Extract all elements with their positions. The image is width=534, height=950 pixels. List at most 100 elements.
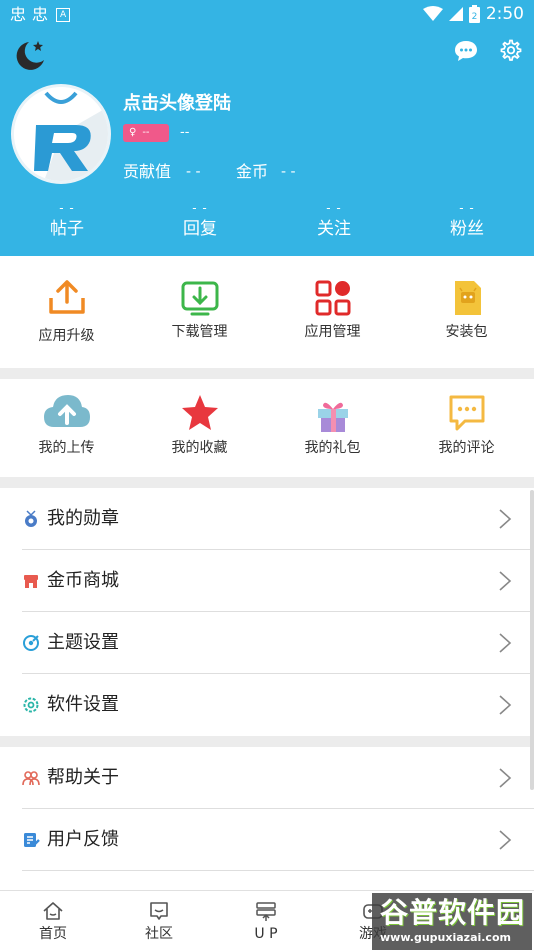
login-prompt[interactable]: 点击头像登陆 [123,92,231,116]
menu-item-medals[interactable]: 我的勋章 [0,488,534,550]
wifi-icon [422,6,443,21]
coins-value: - - [281,164,296,180]
download-screen-icon [181,281,219,316]
menu-label: 主题设置 [47,632,119,653]
my-favorites-button[interactable]: 我的收藏 [133,379,266,491]
avatar[interactable] [11,84,111,184]
status-system-icons: 2 2:50 [422,4,524,24]
menu-item-theme[interactable]: 主题设置 [0,612,534,674]
comment-bubble-icon [449,395,485,431]
app-upgrade-button[interactable]: 应用升级 [0,256,133,368]
stat-fans[interactable]: - - 粉丝 [407,200,527,242]
stat-posts[interactable]: - - 帖子 [7,200,127,242]
gift-icon [318,402,348,432]
clock: 2:50 [485,4,524,24]
watermark-title: 谷普软件园 [380,896,526,929]
svg-text:2: 2 [471,12,477,22]
app-manager-button[interactable]: 应用管理 [266,256,399,368]
stat-value: - - [459,201,475,215]
menu-label: 我的勋章 [47,508,119,529]
menu-label: 金币商城 [47,570,119,591]
profile-header: 点击头像登陆 ♀ -- -- 贡献值 - - 金币 - - - - 帖子 - - … [0,30,534,256]
up-icon [256,902,276,921]
stat-label: 关注 [317,219,351,239]
help-users-icon [22,771,40,786]
stat-value: - - [192,201,208,215]
app-tools-grid: 应用升级 下载管理 应用管理 安装包 [0,256,534,368]
cloud-upload-icon [44,395,90,427]
grid-label: 我的评论 [438,440,495,456]
grid-label: 我的上传 [38,440,95,456]
divider [22,870,534,871]
level-text: -- [180,125,190,140]
install-package-button[interactable]: 安装包 [400,256,533,368]
coins-label: 金币 [236,162,269,181]
chevron-right-icon [499,695,512,715]
chevron-right-icon [499,509,512,529]
menu-item-settings[interactable]: 软件设置 [0,674,534,736]
status-notifications: 忠 忠 A [10,5,71,25]
medal-icon [25,510,37,527]
grid-label: 应用管理 [304,324,361,340]
download-manager-button[interactable]: 下载管理 [133,256,266,368]
stat-label: 回复 [183,219,217,239]
menu-item-feedback[interactable]: 用户反馈 [0,809,534,871]
my-gifts-button[interactable]: 我的礼包 [266,379,399,491]
section-separator [0,736,534,747]
my-comments-button[interactable]: 我的评论 [400,379,533,491]
chevron-right-icon [499,571,512,591]
signal-icon [448,7,463,21]
menu-label: 帮助关于 [47,767,119,788]
grid-label: 我的收藏 [171,440,228,456]
star-icon [182,395,218,430]
menu-label: 软件设置 [47,694,119,715]
settings-icon [23,697,39,713]
stat-label: 帖子 [50,219,84,239]
grid-label: 我的礼包 [304,440,361,456]
stat-value: - - [326,201,342,215]
gear-icon[interactable] [499,38,523,62]
stat-replies[interactable]: - - 回复 [140,200,260,242]
section-separator [0,368,534,379]
package-file-icon [455,281,481,315]
status-bar: 忠 忠 A 2 2:50 [0,0,534,30]
nav-home[interactable]: 首页 [0,891,106,950]
feedback-icon [24,833,40,847]
apps-grid-icon [315,280,351,316]
chevron-right-icon [499,768,512,788]
menu-label: 用户反馈 [47,829,119,850]
notification-glyph-1: 忠 [10,5,27,24]
stat-value: - - [59,201,75,215]
a-badge-icon: A [56,8,71,22]
community-icon [150,902,168,920]
notification-glyph-2: 忠 [32,5,49,24]
my-uploads-button[interactable]: 我的上传 [0,379,133,491]
grid-label: 安装包 [445,324,488,340]
site-watermark: 谷普软件园 www.gupuxiazai.com [372,893,532,950]
watermark-url: www.gupuxiazai.com [380,931,511,944]
stat-following[interactable]: - - 关注 [274,200,394,242]
scrollbar[interactable] [530,490,534,790]
avatar-logo-icon [14,87,108,181]
chevron-right-icon [499,633,512,653]
battery-icon: 2 [468,5,480,23]
nav-community[interactable]: 社区 [106,891,212,950]
menu-item-coin-shop[interactable]: 金币商城 [0,550,534,612]
contribution-value: - - [186,164,201,180]
menu-item-help-about[interactable]: 帮助关于 [0,747,534,809]
contribution-label: 贡献值 [123,162,172,181]
grid-label: 下载管理 [171,324,228,340]
night-mode-icon[interactable] [12,38,48,74]
message-icon[interactable] [454,40,478,62]
shop-icon [24,575,38,588]
upload-tray-icon [49,280,85,314]
nav-up[interactable]: U P [213,891,319,950]
female-symbol-icon: ♀ [129,127,137,138]
home-icon [43,902,63,920]
stat-label: 粉丝 [450,219,484,239]
nav-label: 社区 [145,926,173,942]
level-badge: ♀ -- [123,124,169,142]
section-separator [0,477,534,488]
nav-label: 首页 [39,926,67,942]
palette-icon [23,635,39,651]
